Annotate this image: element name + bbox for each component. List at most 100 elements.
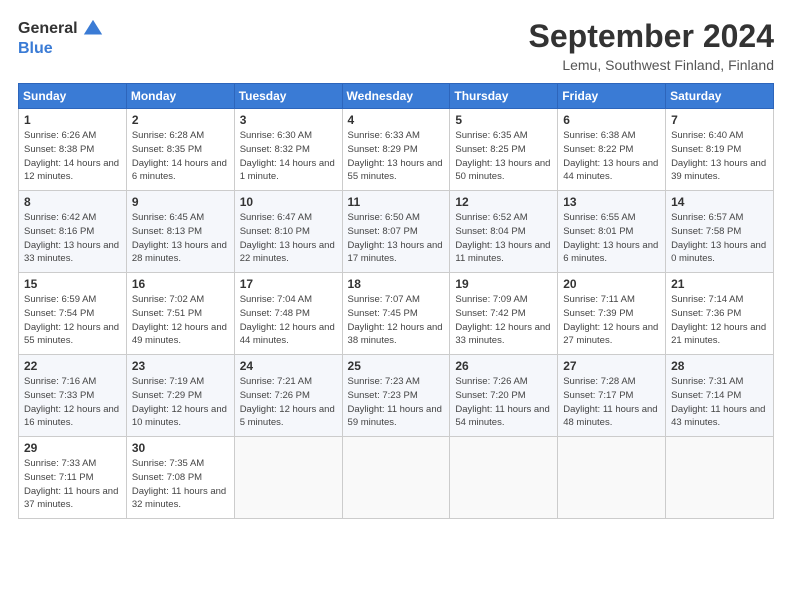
daylight-text: Daylight: 12 hours and 16 minutes. (24, 404, 119, 429)
col-wednesday: Wednesday (342, 84, 450, 109)
day-number: 23 (132, 359, 229, 373)
sunset-text: Sunset: 7:36 PM (671, 308, 741, 319)
daylight-text: Daylight: 12 hours and 27 minutes. (563, 322, 658, 347)
daylight-text: Daylight: 11 hours and 54 minutes. (455, 404, 549, 429)
sunset-text: Sunset: 7:54 PM (24, 308, 94, 319)
day-info: Sunrise: 6:38 AM Sunset: 8:22 PM Dayligh… (563, 129, 660, 184)
day-info: Sunrise: 6:26 AM Sunset: 8:38 PM Dayligh… (24, 129, 121, 184)
logo-blue: Blue (18, 40, 53, 58)
sunset-text: Sunset: 7:48 PM (240, 308, 310, 319)
day-number: 18 (348, 277, 445, 291)
daylight-text: Daylight: 13 hours and 6 minutes. (563, 240, 658, 265)
sunrise-text: Sunrise: 7:19 AM (132, 376, 204, 387)
sunset-text: Sunset: 8:19 PM (671, 144, 741, 155)
daylight-text: Daylight: 12 hours and 10 minutes. (132, 404, 227, 429)
day-info: Sunrise: 6:42 AM Sunset: 8:16 PM Dayligh… (24, 211, 121, 266)
day-number: 25 (348, 359, 445, 373)
table-row (558, 437, 666, 519)
sunrise-text: Sunrise: 7:35 AM (132, 458, 204, 469)
table-row: 25 Sunrise: 7:23 AM Sunset: 7:23 PM Dayl… (342, 355, 450, 437)
day-number: 2 (132, 113, 229, 127)
daylight-text: Daylight: 12 hours and 33 minutes. (455, 322, 550, 347)
calendar-week-row: 22 Sunrise: 7:16 AM Sunset: 7:33 PM Dayl… (19, 355, 774, 437)
table-row: 7 Sunrise: 6:40 AM Sunset: 8:19 PM Dayli… (666, 109, 774, 191)
day-info: Sunrise: 6:33 AM Sunset: 8:29 PM Dayligh… (348, 129, 445, 184)
sunrise-text: Sunrise: 7:09 AM (455, 294, 527, 305)
daylight-text: Daylight: 11 hours and 32 minutes. (132, 486, 226, 511)
sunrise-text: Sunrise: 7:07 AM (348, 294, 420, 305)
col-friday: Friday (558, 84, 666, 109)
calendar-week-row: 8 Sunrise: 6:42 AM Sunset: 8:16 PM Dayli… (19, 191, 774, 273)
day-number: 13 (563, 195, 660, 209)
table-row: 16 Sunrise: 7:02 AM Sunset: 7:51 PM Dayl… (126, 273, 234, 355)
sunset-text: Sunset: 7:20 PM (455, 390, 525, 401)
table-row (666, 437, 774, 519)
day-info: Sunrise: 7:26 AM Sunset: 7:20 PM Dayligh… (455, 375, 552, 430)
day-info: Sunrise: 6:45 AM Sunset: 8:13 PM Dayligh… (132, 211, 229, 266)
day-info: Sunrise: 7:19 AM Sunset: 7:29 PM Dayligh… (132, 375, 229, 430)
table-row: 2 Sunrise: 6:28 AM Sunset: 8:35 PM Dayli… (126, 109, 234, 191)
day-number: 14 (671, 195, 768, 209)
sunset-text: Sunset: 7:45 PM (348, 308, 418, 319)
table-row: 8 Sunrise: 6:42 AM Sunset: 8:16 PM Dayli… (19, 191, 127, 273)
sunrise-text: Sunrise: 6:47 AM (240, 212, 312, 223)
day-number: 27 (563, 359, 660, 373)
sunset-text: Sunset: 8:32 PM (240, 144, 310, 155)
calendar-header-row: Sunday Monday Tuesday Wednesday Thursday… (19, 84, 774, 109)
location: Lemu, Southwest Finland, Finland (529, 57, 774, 73)
sunset-text: Sunset: 8:10 PM (240, 226, 310, 237)
day-number: 15 (24, 277, 121, 291)
daylight-text: Daylight: 14 hours and 12 minutes. (24, 158, 119, 183)
day-info: Sunrise: 7:35 AM Sunset: 7:08 PM Dayligh… (132, 457, 229, 512)
table-row: 22 Sunrise: 7:16 AM Sunset: 7:33 PM Dayl… (19, 355, 127, 437)
table-row: 18 Sunrise: 7:07 AM Sunset: 7:45 PM Dayl… (342, 273, 450, 355)
sunset-text: Sunset: 8:04 PM (455, 226, 525, 237)
day-number: 20 (563, 277, 660, 291)
sunset-text: Sunset: 7:33 PM (24, 390, 94, 401)
sunset-text: Sunset: 7:17 PM (563, 390, 633, 401)
day-info: Sunrise: 7:31 AM Sunset: 7:14 PM Dayligh… (671, 375, 768, 430)
table-row: 29 Sunrise: 7:33 AM Sunset: 7:11 PM Dayl… (19, 437, 127, 519)
sunrise-text: Sunrise: 7:14 AM (671, 294, 743, 305)
daylight-text: Daylight: 12 hours and 21 minutes. (671, 322, 766, 347)
day-number: 19 (455, 277, 552, 291)
daylight-text: Daylight: 12 hours and 38 minutes. (348, 322, 443, 347)
table-row: 11 Sunrise: 6:50 AM Sunset: 8:07 PM Dayl… (342, 191, 450, 273)
day-info: Sunrise: 6:55 AM Sunset: 8:01 PM Dayligh… (563, 211, 660, 266)
sunrise-text: Sunrise: 6:52 AM (455, 212, 527, 223)
day-number: 16 (132, 277, 229, 291)
day-info: Sunrise: 7:14 AM Sunset: 7:36 PM Dayligh… (671, 293, 768, 348)
day-info: Sunrise: 7:28 AM Sunset: 7:17 PM Dayligh… (563, 375, 660, 430)
sunrise-text: Sunrise: 7:21 AM (240, 376, 312, 387)
daylight-text: Daylight: 13 hours and 39 minutes. (671, 158, 766, 183)
calendar: Sunday Monday Tuesday Wednesday Thursday… (18, 83, 774, 519)
sunrise-text: Sunrise: 6:33 AM (348, 130, 420, 141)
daylight-text: Daylight: 13 hours and 22 minutes. (240, 240, 335, 265)
table-row: 19 Sunrise: 7:09 AM Sunset: 7:42 PM Dayl… (450, 273, 558, 355)
table-row: 3 Sunrise: 6:30 AM Sunset: 8:32 PM Dayli… (234, 109, 342, 191)
sunrise-text: Sunrise: 6:57 AM (671, 212, 743, 223)
daylight-text: Daylight: 13 hours and 17 minutes. (348, 240, 443, 265)
sunrise-text: Sunrise: 7:11 AM (563, 294, 635, 305)
table-row: 1 Sunrise: 6:26 AM Sunset: 8:38 PM Dayli… (19, 109, 127, 191)
day-info: Sunrise: 6:35 AM Sunset: 8:25 PM Dayligh… (455, 129, 552, 184)
table-row: 26 Sunrise: 7:26 AM Sunset: 7:20 PM Dayl… (450, 355, 558, 437)
sunset-text: Sunset: 7:14 PM (671, 390, 741, 401)
day-number: 26 (455, 359, 552, 373)
calendar-week-row: 15 Sunrise: 6:59 AM Sunset: 7:54 PM Dayl… (19, 273, 774, 355)
sunrise-text: Sunrise: 7:02 AM (132, 294, 204, 305)
day-number: 28 (671, 359, 768, 373)
sunset-text: Sunset: 7:11 PM (24, 472, 94, 483)
day-info: Sunrise: 6:30 AM Sunset: 8:32 PM Dayligh… (240, 129, 337, 184)
daylight-text: Daylight: 11 hours and 43 minutes. (671, 404, 765, 429)
daylight-text: Daylight: 13 hours and 50 minutes. (455, 158, 550, 183)
col-sunday: Sunday (19, 84, 127, 109)
daylight-text: Daylight: 13 hours and 28 minutes. (132, 240, 227, 265)
day-number: 21 (671, 277, 768, 291)
day-number: 10 (240, 195, 337, 209)
sunset-text: Sunset: 8:13 PM (132, 226, 202, 237)
day-info: Sunrise: 7:07 AM Sunset: 7:45 PM Dayligh… (348, 293, 445, 348)
table-row (234, 437, 342, 519)
table-row: 23 Sunrise: 7:19 AM Sunset: 7:29 PM Dayl… (126, 355, 234, 437)
col-tuesday: Tuesday (234, 84, 342, 109)
